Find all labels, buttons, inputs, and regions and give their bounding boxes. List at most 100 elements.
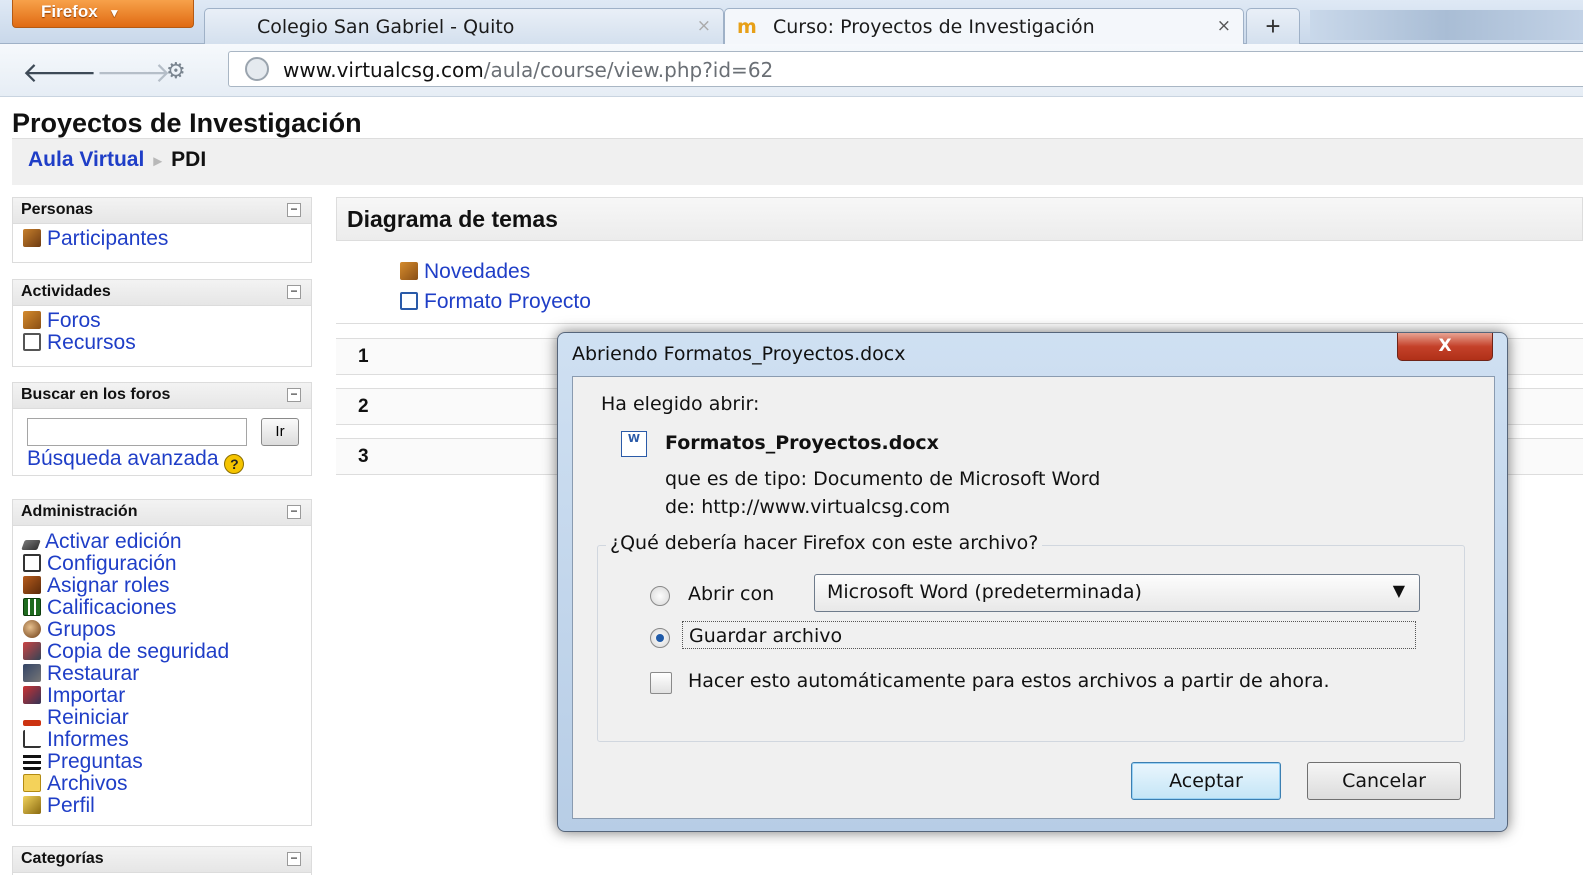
new-tab-button[interactable]: +: [1246, 8, 1300, 44]
tab-colegio[interactable]: Colegio San Gabriel - Quito ×: [204, 8, 724, 44]
settings-icon: [23, 554, 41, 572]
participants-link[interactable]: Participantes: [13, 228, 311, 250]
collapse-icon[interactable]: −: [287, 285, 301, 299]
save-file-radio[interactable]: [650, 628, 670, 648]
open-with-radio[interactable]: [650, 586, 670, 606]
resources-link[interactable]: Recursos: [13, 332, 311, 354]
chosen-text: Ha elegido abrir:: [601, 393, 760, 415]
resource-icon: [23, 333, 41, 351]
collapse-icon[interactable]: −: [287, 203, 301, 217]
forum-icon: [400, 262, 418, 280]
forum-search-input[interactable]: [27, 418, 247, 446]
collapse-icon[interactable]: −: [287, 388, 301, 402]
backup-icon: [23, 642, 41, 660]
link-label: Formato Proyecto: [424, 290, 591, 313]
link-label: Activar edición: [45, 530, 182, 553]
admin-link-activar-edicion[interactable]: Activar edición: [13, 531, 311, 553]
auto-action-label[interactable]: Hacer esto automáticamente para estos ar…: [688, 670, 1330, 692]
news-forum-link[interactable]: Novedades: [400, 260, 530, 284]
open-with-label[interactable]: Abrir con: [688, 583, 774, 605]
url-path: /aula/course/view.php?id=62: [483, 58, 774, 82]
block-title: Actividades: [21, 283, 111, 300]
globe-icon: [245, 57, 269, 81]
admin-link-restaurar[interactable]: Restaurar: [13, 663, 311, 685]
import-icon: [23, 686, 41, 704]
search-go-button[interactable]: Ir: [261, 418, 299, 446]
collapse-icon[interactable]: −: [287, 505, 301, 519]
groups-icon: [23, 620, 41, 638]
restore-icon: [23, 664, 41, 682]
url-bar[interactable]: www.virtualcsg.com/aula/course/view.php?…: [228, 51, 1583, 87]
help-icon[interactable]: ?: [224, 454, 245, 474]
admin-link-calificaciones[interactable]: Calificaciones: [13, 597, 311, 619]
file-source: de: http://www.virtualcsg.com: [665, 496, 951, 518]
admin-link-reiniciar[interactable]: Reiniciar: [13, 707, 311, 729]
page-title: Proyectos de Investigación: [12, 108, 362, 138]
project-format-link[interactable]: Formato Proyecto: [400, 290, 591, 314]
tab-label: Colegio San Gabriel - Quito: [257, 16, 515, 38]
block-header: Buscar en los foros −: [13, 383, 311, 409]
link-label: Foros: [47, 309, 101, 332]
breadcrumb-separator: ►: [150, 153, 166, 170]
forward-arrow-icon[interactable]: 🡒: [96, 55, 171, 89]
identity-icon[interactable]: ⚙: [166, 58, 186, 84]
link-label: Restaurar: [47, 662, 140, 685]
word-doc-icon: [400, 292, 418, 310]
block-personas: Personas − Participantes: [12, 197, 312, 263]
auto-action-checkbox[interactable]: [650, 672, 672, 694]
admin-link-archivos[interactable]: Archivos: [13, 773, 311, 795]
tab-curso[interactable]: m Curso: Proyectos de Investigación ×: [724, 8, 1244, 44]
reports-icon: [23, 730, 41, 748]
section-0: Novedades Formato Proyecto: [336, 250, 1583, 324]
close-tab-icon[interactable]: ×: [1217, 16, 1231, 36]
close-icon[interactable]: X: [1397, 333, 1493, 361]
participants-icon: [23, 229, 41, 247]
block-title: Personas: [21, 201, 94, 218]
profile-icon: [23, 796, 41, 814]
block-header: Personas −: [13, 198, 311, 224]
action-question: ¿Qué debería hacer Firefox con este arch…: [606, 532, 1043, 554]
admin-link-perfil[interactable]: Perfil: [13, 795, 311, 817]
admin-link-importar[interactable]: Importar: [13, 685, 311, 707]
dropdown-arrow-icon: ▼: [1392, 581, 1405, 600]
link-label: Importar: [47, 684, 126, 707]
moodle-icon: m: [737, 16, 757, 38]
cancel-button[interactable]: Cancelar: [1307, 762, 1461, 800]
link-label: Reiniciar: [47, 706, 129, 729]
open-with-select[interactable]: Microsoft Word (predeterminada) ▼: [814, 574, 1420, 612]
admin-link-asignar-roles[interactable]: Asignar roles: [13, 575, 311, 597]
admin-link-preguntas[interactable]: Preguntas: [13, 751, 311, 773]
dialog-body: Ha elegido abrir: W Formatos_Proyectos.d…: [572, 376, 1495, 819]
breadcrumb-home-link[interactable]: Aula Virtual: [28, 148, 144, 171]
accept-button[interactable]: Aceptar: [1131, 762, 1281, 800]
block-title: Categorías: [21, 850, 104, 867]
folder-icon: [23, 774, 41, 792]
dialog-title: Abriendo Formatos_Proyectos.docx: [572, 343, 906, 365]
section-number: 1: [358, 346, 369, 367]
link-label: Novedades: [424, 260, 531, 283]
admin-link-informes[interactable]: Informes: [13, 729, 311, 751]
roles-icon: [23, 576, 41, 594]
firefox-menu-button[interactable]: Firefox ▼: [12, 0, 194, 28]
section-number: 3: [358, 446, 369, 467]
admin-link-copia-de-seguridad[interactable]: Copia de seguridad: [13, 641, 311, 663]
link-label: Recursos: [47, 331, 136, 354]
advanced-search-link[interactable]: Búsqueda avanzada ?: [27, 447, 245, 474]
admin-link-configuracion[interactable]: Configuración: [13, 553, 311, 575]
open-with-value: Microsoft Word (predeterminada): [827, 581, 1142, 603]
download-dialog: Abriendo Formatos_Proyectos.docx X Ha el…: [557, 332, 1508, 832]
back-arrow-icon[interactable]: 🡐: [22, 55, 97, 89]
block-categorias: Categorías −: [12, 846, 312, 875]
edit-icon: [21, 540, 41, 550]
navigation-bar: 🡐 🡒 ⚙ www.virtualcsg.com/aula/course/vie…: [0, 44, 1583, 97]
link-label: Copia de seguridad: [47, 640, 230, 663]
questions-icon: [23, 752, 41, 770]
close-tab-icon[interactable]: ×: [697, 16, 711, 36]
collapse-icon[interactable]: −: [287, 852, 301, 866]
save-file-label[interactable]: Guardar archivo: [682, 621, 1416, 649]
block-title: Administración: [21, 503, 138, 520]
admin-link-grupos[interactable]: Grupos: [13, 619, 311, 641]
forums-link[interactable]: Foros: [13, 310, 311, 332]
forum-icon: [23, 311, 41, 329]
file-name: Formatos_Proyectos.docx: [665, 432, 939, 454]
